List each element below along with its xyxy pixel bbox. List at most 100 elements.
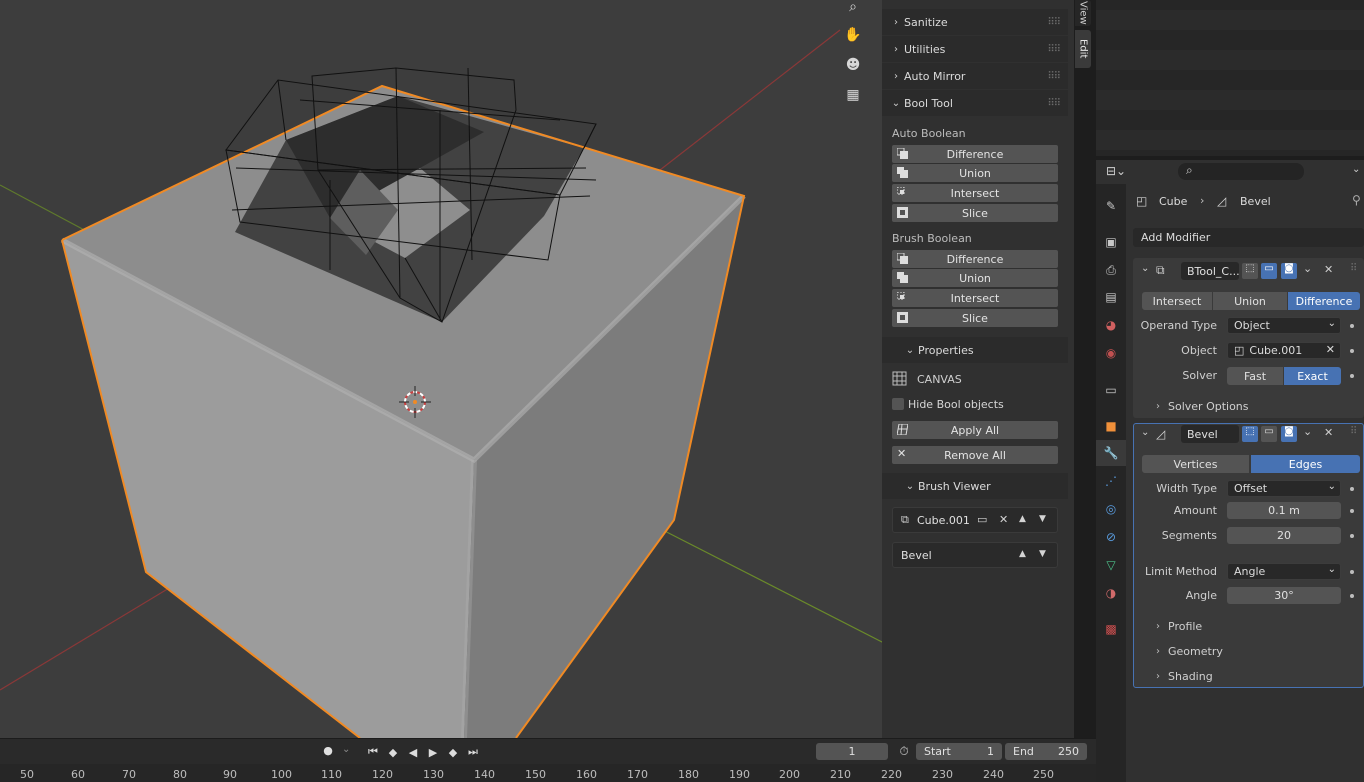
close-icon[interactable]: ✕ — [1326, 343, 1335, 356]
close-icon[interactable]: ✕ — [1324, 426, 1333, 439]
end-frame-field[interactable]: End 250 — [1005, 743, 1087, 760]
show-render-camera-icon[interactable]: ◙ — [1281, 426, 1297, 442]
stopwatch-icon[interactable]: ⏱ — [896, 744, 912, 760]
solver-options-subpanel[interactable]: › Solver Options — [1156, 400, 1249, 413]
drag-handle-icon[interactable]: ⠿⠿ — [1047, 44, 1061, 55]
keyframe-dot[interactable] — [1350, 534, 1354, 538]
affect-edges-button[interactable]: Edges — [1251, 455, 1360, 473]
sanitize-panel-header[interactable]: › Sanitize ⠿⠿ — [882, 9, 1068, 35]
auto-slice-button[interactable]: Slice — [892, 204, 1058, 222]
brush-viewer-item[interactable]: ⧉ Cube.001 ▭ ✕ ▲ ▼ — [892, 507, 1058, 533]
keyframe-dot[interactable] — [1350, 487, 1354, 491]
remove-all-button[interactable]: ✕ Remove All — [892, 446, 1058, 464]
brush-difference-button[interactable]: Difference — [892, 250, 1058, 268]
jump-start-icon[interactable]: ⏮ — [364, 744, 382, 760]
show-render-camera-icon[interactable]: ◙ — [1281, 263, 1297, 279]
hand-pan-icon[interactable]: ✋ — [842, 24, 864, 46]
show-viewport-icon[interactable]: ▭ — [1261, 263, 1277, 279]
keyframe-dot[interactable] — [1350, 324, 1354, 328]
perspective-grid-icon[interactable]: ▦ — [842, 84, 864, 106]
boolean-modifier-name-field[interactable]: BTool_C... — [1181, 262, 1239, 280]
3d-viewport[interactable]: ⌕ ✋ ☻ ▦ — [0, 0, 882, 738]
bool-tool-panel-header[interactable]: ⌄ Bool Tool ⠿⠿ — [882, 90, 1068, 116]
operation-union-button[interactable]: Union — [1213, 292, 1287, 310]
amount-field[interactable]: 0.1 m — [1227, 502, 1341, 519]
drag-handle-icon[interactable]: ⠿⠿ — [1047, 17, 1061, 28]
physics-icon[interactable]: ◎ — [1104, 502, 1118, 516]
close-icon[interactable]: ✕ — [1324, 263, 1333, 276]
monitor-icon[interactable]: ▭ — [977, 513, 987, 526]
next-keyframe-icon[interactable]: ◆ — [444, 744, 462, 760]
timeline-frame-scale[interactable]: 50 60 70 80 90 100 110 120 130 140 150 1… — [0, 764, 1096, 782]
utilities-panel-header[interactable]: › Utilities ⠿⠿ — [882, 36, 1068, 62]
drag-handle-icon[interactable]: ⠿⠿ — [1047, 71, 1061, 82]
object-icon[interactable]: ■ — [1104, 419, 1118, 433]
angle-field[interactable]: 30° — [1227, 587, 1341, 604]
keyframe-dot[interactable] — [1350, 509, 1354, 513]
solver-exact-button[interactable]: Exact — [1284, 367, 1341, 385]
segments-field[interactable]: 20 — [1227, 527, 1341, 544]
tool-icon[interactable]: ✎ — [1104, 199, 1118, 213]
auto-union-button[interactable]: Union — [892, 164, 1058, 182]
operation-difference-button[interactable]: Difference — [1288, 292, 1360, 310]
keyframe-dot[interactable] — [1350, 349, 1354, 353]
drag-handle-icon[interactable]: ⠿ — [1350, 263, 1357, 274]
camera-view-icon[interactable]: ☻ — [842, 54, 864, 76]
solver-fast-button[interactable]: Fast — [1227, 367, 1283, 385]
current-frame-field[interactable]: 1 — [816, 743, 888, 760]
record-icon[interactable]: ● — [320, 744, 336, 760]
outliner-editor[interactable] — [1096, 0, 1364, 156]
object-field[interactable]: ◰ Cube.001 ✕ — [1227, 342, 1341, 359]
move-down-icon[interactable]: ▼ — [1039, 549, 1046, 559]
edit-mode-icon[interactable]: ⬚ — [1242, 263, 1258, 279]
properties-subpanel-header[interactable]: ⌄ Properties — [882, 337, 1068, 363]
geometry-subpanel[interactable]: › Geometry — [1156, 645, 1223, 658]
object-data-icon[interactable]: ▽ — [1104, 558, 1118, 572]
brush-intersect-button[interactable]: Intersect — [892, 289, 1058, 307]
operand-type-dropdown[interactable]: Object ⌄ — [1227, 317, 1341, 334]
auto-intersect-button[interactable]: Intersect — [892, 184, 1058, 202]
jump-end-icon[interactable]: ⏭ — [464, 744, 482, 760]
limit-method-dropdown[interactable]: Angle ⌄ — [1227, 563, 1341, 580]
render-icon[interactable]: ▣ — [1104, 235, 1118, 249]
shading-subpanel[interactable]: › Shading — [1156, 670, 1213, 683]
chevron-down-icon[interactable]: ⌄ — [1352, 164, 1360, 175]
particles-icon[interactable]: ⋰ — [1104, 474, 1118, 488]
move-down-icon[interactable]: ▼ — [1039, 514, 1046, 524]
drag-handle-icon[interactable]: ⠿ — [1350, 426, 1357, 437]
brush-union-button[interactable]: Union — [892, 269, 1058, 287]
properties-search-input[interactable]: ⌕ — [1178, 163, 1304, 180]
output-icon[interactable]: ⎙ — [1104, 263, 1118, 277]
close-icon[interactable]: ✕ — [999, 513, 1008, 526]
modifier-wrench-icon[interactable]: 🔧 — [1104, 446, 1119, 460]
auto-difference-button[interactable]: Difference — [892, 145, 1058, 163]
add-modifier-dropdown[interactable]: Add Modifier — [1133, 228, 1364, 247]
start-frame-field[interactable]: Start 1 — [916, 743, 1002, 760]
hide-bool-objects-checkbox[interactable] — [892, 398, 904, 410]
tab-view[interactable]: View — [1075, 0, 1091, 26]
pin-icon[interactable]: ⚲ — [1352, 193, 1361, 207]
keyframe-dot[interactable] — [1350, 570, 1354, 574]
tab-edit[interactable]: Edit — [1075, 30, 1091, 68]
view-layer-icon[interactable]: ▤ — [1104, 290, 1118, 304]
play-icon[interactable]: ▶ — [424, 744, 442, 760]
brush-slice-button[interactable]: Slice — [892, 309, 1058, 327]
operation-intersect-button[interactable]: Intersect — [1142, 292, 1212, 310]
chevron-down-icon[interactable]: ⌄ — [1303, 425, 1312, 438]
profile-subpanel[interactable]: › Profile — [1156, 620, 1202, 633]
brush-viewer-subpanel-header[interactable]: ⌄ Brush Viewer — [882, 473, 1068, 499]
affect-vertices-button[interactable]: Vertices — [1142, 455, 1249, 473]
editor-type-icon[interactable]: ⊟⌄ — [1106, 164, 1134, 180]
edit-mode-icon[interactable]: ⬚ — [1242, 426, 1258, 442]
chevron-down-icon[interactable]: ⌄ — [342, 744, 350, 755]
world-icon[interactable]: ◉ — [1104, 346, 1118, 360]
constraints-icon[interactable]: ⊘ — [1104, 530, 1118, 544]
chevron-down-icon[interactable]: ⌄ — [1141, 427, 1149, 438]
material-icon[interactable]: ◑ — [1104, 586, 1118, 600]
apply-all-button[interactable]: Apply All — [892, 421, 1058, 439]
keyframe-dot[interactable] — [1350, 374, 1354, 378]
auto-mirror-panel-header[interactable]: › Auto Mirror ⠿⠿ — [882, 63, 1068, 89]
collection-icon[interactable]: ▭ — [1104, 383, 1118, 397]
chevron-down-icon[interactable]: ⌄ — [1303, 262, 1312, 275]
drag-handle-icon[interactable]: ⠿⠿ — [1047, 98, 1061, 109]
